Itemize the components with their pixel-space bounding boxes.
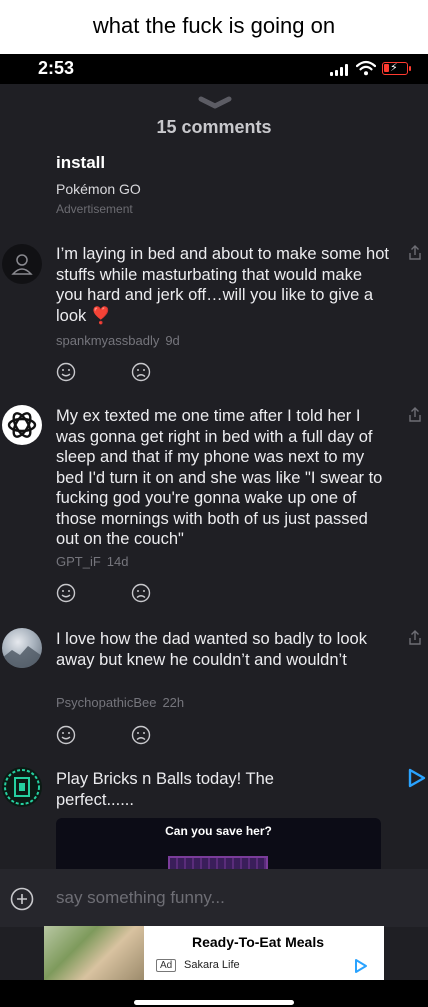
play-store-icon[interactable]	[354, 958, 368, 974]
banner-ad[interactable]: Ready-To-Eat Meals Ad Sakara Life	[44, 926, 384, 980]
comment-username[interactable]: spankmyassbadly	[56, 333, 159, 348]
battery-icon: ⚡	[382, 62, 411, 75]
frown-reaction-icon[interactable]	[131, 362, 151, 382]
comment-meta: PsychopathicBee 22h	[56, 695, 184, 710]
openai-logo-icon	[7, 412, 37, 438]
user-avatar[interactable]	[2, 244, 42, 284]
banner-ad-brand: Sakara Life	[184, 959, 240, 971]
comment-meta: spankmyassbadly 9d	[56, 333, 180, 348]
status-time: 2:53	[38, 58, 75, 78]
home-indicator[interactable]	[134, 1000, 294, 1005]
add-icon[interactable]	[10, 887, 34, 911]
comment-text: I’m laying in bed and about to make some…	[56, 245, 389, 325]
app-icon-avatar[interactable]	[2, 767, 42, 807]
comment-input[interactable]: say something funny...	[56, 888, 225, 908]
play-store-icon[interactable]	[408, 768, 426, 788]
share-icon[interactable]	[408, 245, 422, 261]
phone-screen: 2:53 ⚡ 15 comments install Pokémon GO Ad…	[0, 54, 428, 1007]
comment-age: 9d	[165, 333, 180, 348]
advertisement-tag: Advertisement	[56, 202, 133, 216]
banner-ad-title: Ready-To-Eat Meals	[192, 934, 324, 950]
sponsored-install[interactable]: install Pokémon GO Advertisement	[56, 153, 141, 216]
meal-photo	[44, 926, 144, 980]
comment-input-bar: say something funny...	[0, 869, 428, 927]
wifi-icon	[356, 60, 376, 76]
comments-title: 15 comments	[156, 117, 272, 137]
frown-reaction-icon[interactable]	[131, 725, 151, 745]
share-icon[interactable]	[408, 630, 422, 646]
bricks-game-icon	[4, 769, 40, 805]
comment-username[interactable]: PsychopathicBee	[56, 695, 156, 710]
share-icon[interactable]	[408, 407, 422, 423]
comment-text: My ex texted me one time after I told he…	[56, 407, 383, 548]
ad-comment-text: Play Bricks n Balls today! The perfect..…	[56, 770, 274, 809]
user-avatar[interactable]	[2, 628, 42, 668]
comment-age: 22h	[162, 695, 185, 710]
smile-reaction-icon[interactable]	[56, 583, 76, 603]
photo-avatar	[2, 646, 42, 668]
meme-caption: what the fuck is going on	[0, 0, 428, 54]
default-user-icon	[11, 254, 33, 275]
comment-meta: GPT_iF 14d	[56, 554, 129, 569]
user-avatar[interactable]	[2, 405, 42, 445]
smile-reaction-icon[interactable]	[56, 362, 76, 382]
comment-text: I love how the dad wanted so badly to lo…	[56, 630, 367, 669]
comment-username[interactable]: GPT_iF	[56, 554, 101, 569]
collapse-chevron-icon[interactable]	[198, 96, 232, 110]
install-label[interactable]: install	[56, 153, 141, 173]
comment-age: 14d	[106, 554, 129, 569]
ad-image-caption: Can you save her?	[165, 824, 272, 838]
advertiser-name: Pokémon GO	[56, 181, 141, 197]
frown-reaction-icon[interactable]	[131, 583, 151, 603]
ad-badge: Ad	[156, 959, 177, 972]
smile-reaction-icon[interactable]	[56, 725, 76, 745]
status-bar: 2:53 ⚡	[0, 54, 428, 84]
cellular-signal-icon	[330, 64, 348, 76]
